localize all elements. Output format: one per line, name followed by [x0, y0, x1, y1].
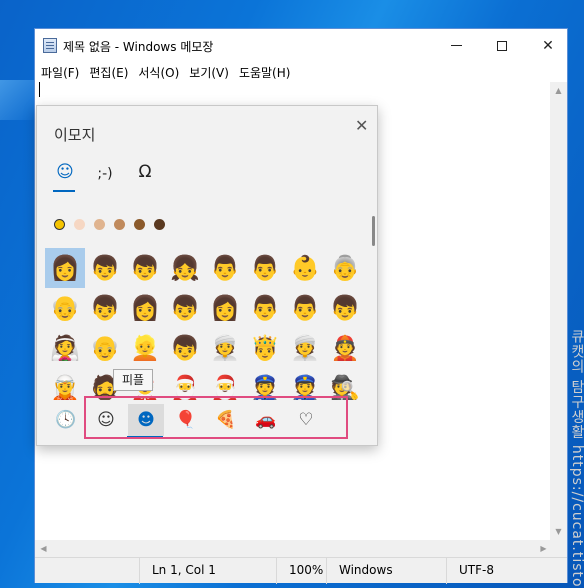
skin-tone-0[interactable]	[54, 219, 65, 230]
skin-tone-5[interactable]	[154, 219, 165, 230]
scroll-up-icon[interactable]: ▲	[550, 82, 567, 99]
menu-view[interactable]: 보기(V)	[187, 62, 235, 82]
emoji-panel-title: 이모지	[54, 126, 96, 144]
tab-emoji[interactable]: ☺	[50, 162, 80, 182]
smiley-icon[interactable]: ☺	[88, 404, 124, 436]
emoji-cell[interactable]: 👨	[245, 288, 285, 328]
emoji-cell[interactable]: 👵	[325, 248, 365, 288]
emoji-grid-scrollbar[interactable]	[372, 216, 375, 246]
food-icon[interactable]: 🍕	[208, 404, 244, 436]
status-bar: Ln 1, Col 1 100% Windows (CRLF) UTF-8	[35, 557, 567, 584]
tab-symbols[interactable]: Ω	[130, 162, 160, 182]
emoji-cell[interactable]: 🎅	[205, 368, 245, 400]
menu-help[interactable]: 도움말(H)	[237, 62, 297, 82]
close-icon[interactable]: ✕	[355, 116, 368, 135]
title-bar[interactable]: 제목 없음 - Windows 메모장 ✕	[35, 29, 567, 62]
blog-watermark: 큐캣의 탐구생활 https://cucat.tistory.com/	[569, 329, 584, 588]
emoji-cell[interactable]: 👧	[165, 248, 205, 288]
emoji-cell[interactable]: 👨	[205, 248, 245, 288]
emoji-cell[interactable]: 👱	[125, 328, 165, 368]
menu-bar: 파일(F) 편집(E) 서식(O) 보기(V) 도움말(H)	[35, 62, 567, 82]
skin-tone-selector	[54, 219, 165, 230]
maximize-icon	[497, 40, 507, 51]
emoji-cell[interactable]: 👦	[125, 248, 165, 288]
emoji-cell[interactable]: 👦	[325, 288, 365, 328]
window-title: 제목 없음 - Windows 메모장	[63, 40, 214, 54]
celebration-icon[interactable]: 🎈	[168, 404, 204, 436]
emoji-cell[interactable]: 🧝	[45, 368, 85, 400]
emoji-cell[interactable]: 👰	[45, 328, 85, 368]
emoji-cell[interactable]: 👩	[45, 248, 85, 288]
active-tab-indicator	[53, 190, 75, 192]
category-tooltip: 피플	[113, 369, 154, 391]
emoji-cell[interactable]: 👮	[285, 368, 325, 400]
emoji-cell[interactable]: 👮	[245, 368, 285, 400]
emoji-cell[interactable]: 👴	[45, 288, 85, 328]
emoji-cell[interactable]: 👶	[285, 248, 325, 288]
emoji-cell[interactable]: 🕵	[325, 368, 365, 400]
scroll-left-icon[interactable]: ◀	[35, 540, 52, 557]
emoji-cell[interactable]: 🎅	[165, 368, 205, 400]
minimize-icon	[450, 45, 462, 46]
emoji-category-bar: 🕓 ☺ ☻ 🎈 🍕 🚗 ♡	[37, 400, 377, 446]
skin-tone-3[interactable]	[114, 219, 125, 230]
tab-kaomoji[interactable]: ;-)	[90, 166, 120, 182]
emoji-cell[interactable]: 👦	[85, 288, 125, 328]
emoji-cell[interactable]: 👩	[205, 288, 245, 328]
emoji-cell[interactable]: 👲	[325, 328, 365, 368]
emoji-cell[interactable]: 👦	[165, 288, 205, 328]
emoji-grid: 👩👦👦👧👨👨👶👵👴👦👩👦👩👨👨👦👰👴👱👦👳🤴👳👲🧝🧔🤶🎅🎅👮👮🕵	[45, 248, 365, 400]
heart-icon[interactable]: ♡	[288, 404, 324, 436]
emoji-cell[interactable]: 👨	[285, 288, 325, 328]
people-icon[interactable]: ☻	[128, 404, 164, 436]
emoji-cell[interactable]: 👦	[85, 248, 125, 288]
emoji-cell[interactable]: 👨	[245, 248, 285, 288]
skin-tone-4[interactable]	[134, 219, 145, 230]
emoji-panel: 이모지 ✕ ☺ ;-) Ω 👩 👦 👦 👧 👨 👨 👶 👵 👴 👦 👩 👦 👩 👨 👨 👦 👰 👴 👱 👦 👳 🤴 👳 👲 🧝 🧔…	[36, 105, 378, 446]
scroll-corner	[550, 540, 567, 557]
status-zoom: 100%	[276, 558, 324, 584]
emoji-cell[interactable]: 👳	[205, 328, 245, 368]
menu-file[interactable]: 파일(F)	[39, 62, 85, 82]
menu-edit[interactable]: 편집(E)	[87, 62, 134, 82]
status-cursor-position: Ln 1, Col 1	[139, 558, 265, 584]
emoji-cell[interactable]: 👳	[285, 328, 325, 368]
active-category-indicator	[127, 436, 163, 438]
status-encoding: UTF-8	[446, 558, 526, 584]
emoji-cell[interactable]: 👦	[165, 328, 205, 368]
horizontal-scrollbar[interactable]: ◀ ▶	[35, 540, 552, 557]
text-caret	[39, 82, 40, 97]
emoji-cell[interactable]: 👩	[125, 288, 165, 328]
skin-tone-2[interactable]	[94, 219, 105, 230]
notepad-app-icon	[43, 38, 57, 53]
close-icon: ✕	[542, 37, 554, 54]
maximize-button[interactable]	[479, 29, 525, 62]
skin-tone-1[interactable]	[74, 219, 85, 230]
status-line-ending: Windows (CRLF)	[326, 558, 436, 584]
close-button[interactable]: ✕	[525, 29, 571, 62]
emoji-cell[interactable]: 👴	[85, 328, 125, 368]
recent-icon[interactable]: 🕓	[48, 404, 84, 436]
menu-format[interactable]: 서식(O)	[136, 62, 185, 82]
travel-icon[interactable]: 🚗	[248, 404, 284, 436]
minimize-button[interactable]	[433, 29, 479, 62]
emoji-cell[interactable]: 🤴	[245, 328, 285, 368]
